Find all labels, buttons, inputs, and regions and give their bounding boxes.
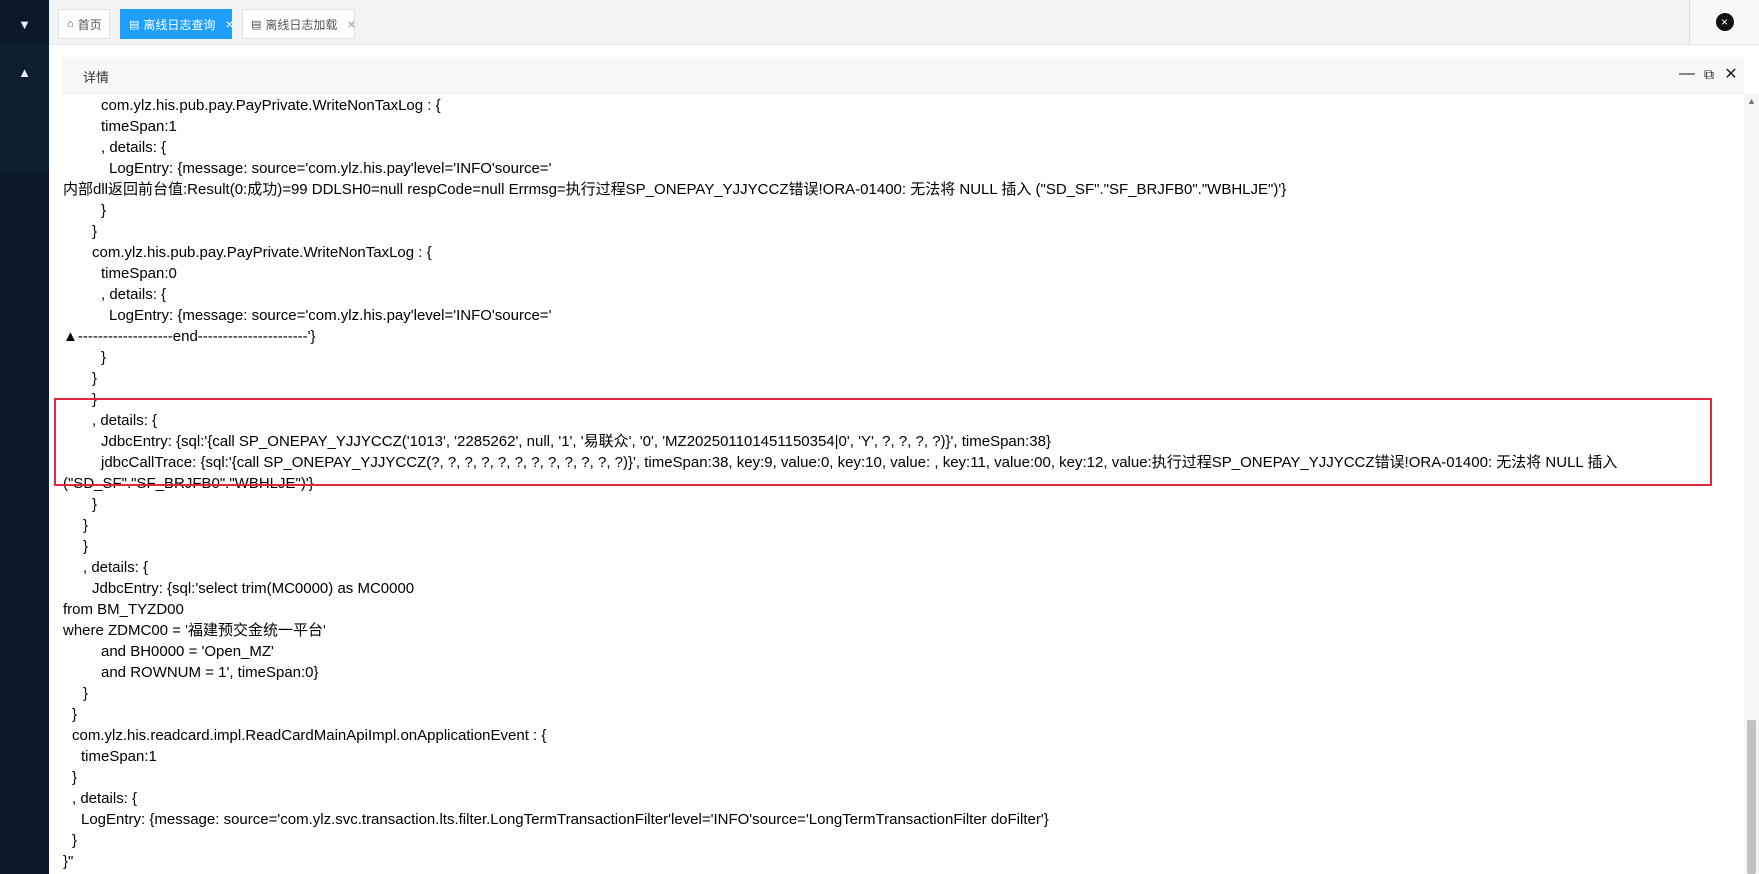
log-line: where ZDMC00 = '福建预交金统一平台' xyxy=(63,622,326,639)
tab-label: 离线日志查询 xyxy=(143,17,216,32)
log-line: } xyxy=(83,538,89,555)
log-line: 内部dll返回前台值:Result(0:成功)=99 DDLSH0=null r… xyxy=(63,181,1287,198)
scroll-thumb[interactable] xyxy=(1747,720,1756,874)
log-line: , details: { xyxy=(83,559,149,576)
tab-offline-log-query[interactable]: ▤ 离线日志查询 × xyxy=(120,9,234,39)
tab-close-icon[interactable]: × xyxy=(347,16,355,32)
panel-close-icon[interactable]: ✕ xyxy=(1721,63,1741,85)
log-line: ▲-------------------end-----------------… xyxy=(63,328,316,345)
log-line: timeSpan:1 xyxy=(81,748,157,765)
log-line: and BH0000 = 'Open_MZ' xyxy=(101,643,274,660)
tab-close-icon[interactable]: × xyxy=(225,16,233,32)
collapse-down-icon[interactable]: ▼ xyxy=(0,4,49,44)
scroll-up-arrow-icon[interactable]: ▲ xyxy=(1747,96,1756,106)
document-icon: ▤ xyxy=(251,18,262,31)
collapse-up-icon[interactable]: ▲ xyxy=(0,52,49,92)
log-line: com.ylz.his.pub.pay.PayPrivate.WriteNonT… xyxy=(101,97,441,114)
log-line: LogEntry: {message: source='com.ylz.his.… xyxy=(109,307,552,324)
log-line: LogEntry: {message: source='com.ylz.his.… xyxy=(109,160,552,177)
log-line: } xyxy=(92,496,98,513)
log-line: } xyxy=(83,517,89,534)
log-line: , details: { xyxy=(101,286,167,303)
vertical-scrollbar[interactable]: ▲ xyxy=(1744,94,1759,874)
log-line: timeSpan:1 xyxy=(101,118,177,135)
left-sidebar: ▼ ▲ xyxy=(0,0,49,874)
tab-home[interactable]: ⌂ 首页 xyxy=(58,9,110,39)
log-line: timeSpan:0 xyxy=(101,265,177,282)
close-all-area: × xyxy=(1689,0,1759,44)
tab-offline-log-load[interactable]: ▤ 离线日志加载 × xyxy=(242,9,356,39)
tab-label: 离线日志加载 xyxy=(265,17,338,32)
log-line: } xyxy=(72,706,78,723)
log-line: com.ylz.his.readcard.impl.ReadCardMainAp… xyxy=(72,727,547,744)
tab-bar: ⌂ 首页 ▤ 离线日志查询 × ▤ 离线日志加载 × × xyxy=(49,0,1759,45)
close-all-icon[interactable]: × xyxy=(1715,13,1734,31)
home-icon: ⌂ xyxy=(67,18,74,30)
log-line: }" xyxy=(63,853,74,870)
tab-label: 首页 xyxy=(77,17,102,32)
log-line: and ROWNUM = 1', timeSpan:0} xyxy=(101,664,319,681)
log-line: } xyxy=(92,223,98,240)
log-line: , details: { xyxy=(72,790,138,807)
panel-title: 详情 xyxy=(83,70,110,85)
log-line: } xyxy=(83,685,89,702)
log-line: from BM_TYZD00 xyxy=(63,601,184,618)
log-line: , details: { xyxy=(101,139,167,156)
log-line: } xyxy=(72,769,78,786)
maximize-icon[interactable]: ⧉ xyxy=(1699,63,1719,85)
minimize-icon[interactable]: — xyxy=(1677,63,1697,85)
log-line: LogEntry: {message: source='com.ylz.svc.… xyxy=(81,811,1049,828)
log-line: } xyxy=(72,832,78,849)
log-line: } xyxy=(101,349,107,366)
error-highlight-box xyxy=(54,398,1712,486)
detail-panel-header: 详情 — ⧉ ✕ xyxy=(63,57,1744,94)
document-icon: ▤ xyxy=(129,18,140,31)
log-line: JdbcEntry: {sql:'select trim(MC0000) as … xyxy=(92,580,415,597)
log-line: com.ylz.his.pub.pay.PayPrivate.WriteNonT… xyxy=(92,244,432,261)
log-line: } xyxy=(92,370,98,387)
log-line: } xyxy=(101,202,107,219)
